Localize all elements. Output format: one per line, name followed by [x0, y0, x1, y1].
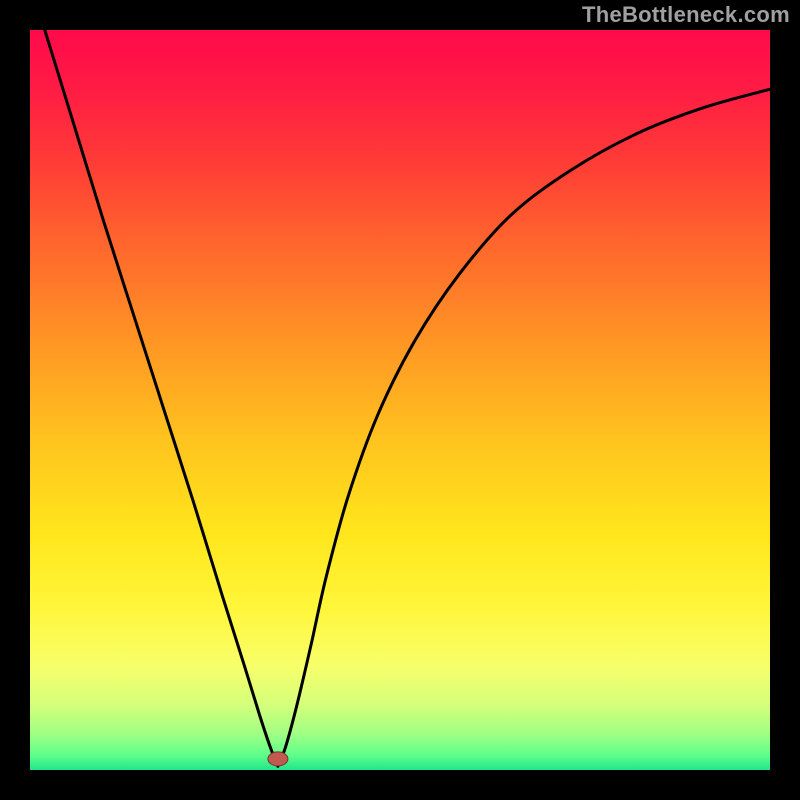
chart-svg: [30, 30, 770, 770]
chart-frame: TheBottleneck.com: [0, 0, 800, 800]
optimum-marker: [268, 752, 288, 766]
plot-area: [30, 30, 770, 770]
gradient-background: [30, 30, 770, 770]
watermark-text: TheBottleneck.com: [582, 2, 790, 28]
